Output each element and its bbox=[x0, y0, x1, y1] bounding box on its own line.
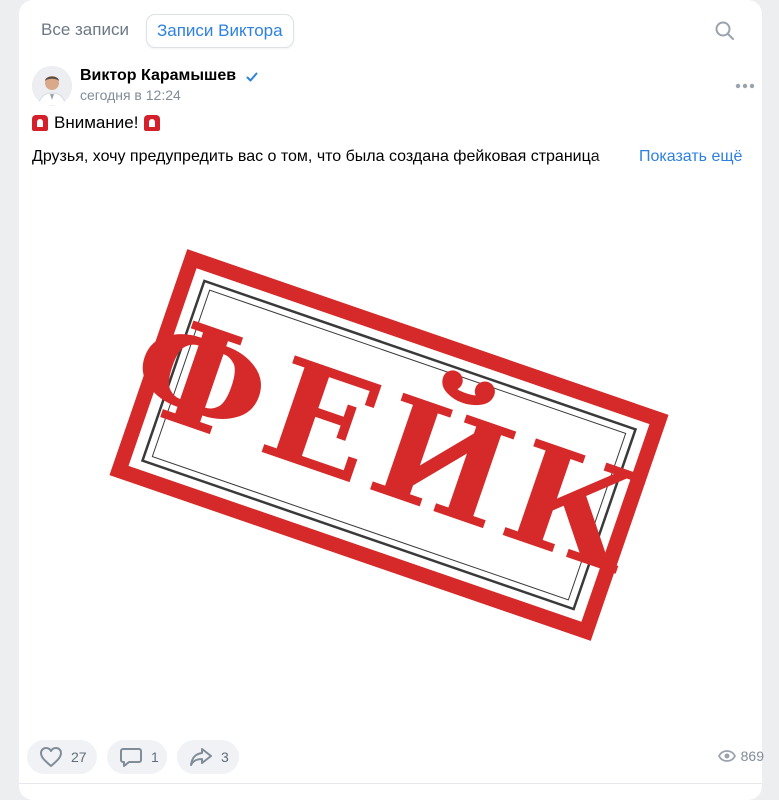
tab-author-posts[interactable]: Записи Виктора bbox=[146, 14, 294, 48]
comment-icon bbox=[120, 748, 142, 767]
like-button[interactable]: 27 bbox=[27, 740, 97, 774]
avatar-image bbox=[32, 66, 72, 106]
post-header: Виктор Карамышев сегодня в 12:24 bbox=[32, 66, 755, 106]
tab-all-posts[interactable]: Все записи bbox=[31, 14, 139, 46]
post-headline: Внимание! bbox=[32, 113, 161, 133]
post-text: Друзья, хочу предупредить вас о том, что… bbox=[32, 148, 632, 166]
view-count: 869 bbox=[740, 748, 764, 764]
fake-stamp-image: ФЕЙК bbox=[109, 249, 670, 641]
post-timestamp[interactable]: сегодня в 12:24 bbox=[80, 87, 181, 103]
siren-emoji-icon bbox=[144, 115, 161, 131]
siren-emoji-icon bbox=[32, 115, 48, 131]
more-dots-icon bbox=[735, 83, 755, 89]
post-menu-button[interactable] bbox=[733, 79, 757, 91]
eye-icon bbox=[717, 750, 736, 762]
post-image[interactable]: ФЕЙК bbox=[19, 183, 762, 725]
view-counter: 869 bbox=[717, 748, 764, 764]
avatar[interactable] bbox=[32, 66, 72, 106]
wall-tabs: Все записи Записи Виктора bbox=[19, 0, 762, 60]
headline-text: Внимание! bbox=[54, 113, 139, 132]
search-icon bbox=[715, 21, 734, 40]
post-actions: 27 1 3 869 bbox=[27, 740, 764, 774]
comment-count: 1 bbox=[151, 749, 159, 765]
share-count: 3 bbox=[221, 749, 229, 765]
heart-icon bbox=[40, 747, 62, 767]
comment-button[interactable]: 1 bbox=[107, 740, 167, 774]
divider bbox=[19, 783, 762, 784]
verified-check-icon bbox=[246, 72, 258, 82]
author-name[interactable]: Виктор Карамышев bbox=[80, 67, 236, 85]
show-more-link[interactable]: Показать ещё bbox=[639, 148, 742, 166]
search-button[interactable] bbox=[714, 20, 736, 42]
share-icon bbox=[190, 748, 212, 766]
like-count: 27 bbox=[71, 749, 87, 765]
post-card: Все записи Записи Виктора Виктор Карамыш… bbox=[19, 0, 764, 800]
share-button[interactable]: 3 bbox=[177, 740, 239, 774]
